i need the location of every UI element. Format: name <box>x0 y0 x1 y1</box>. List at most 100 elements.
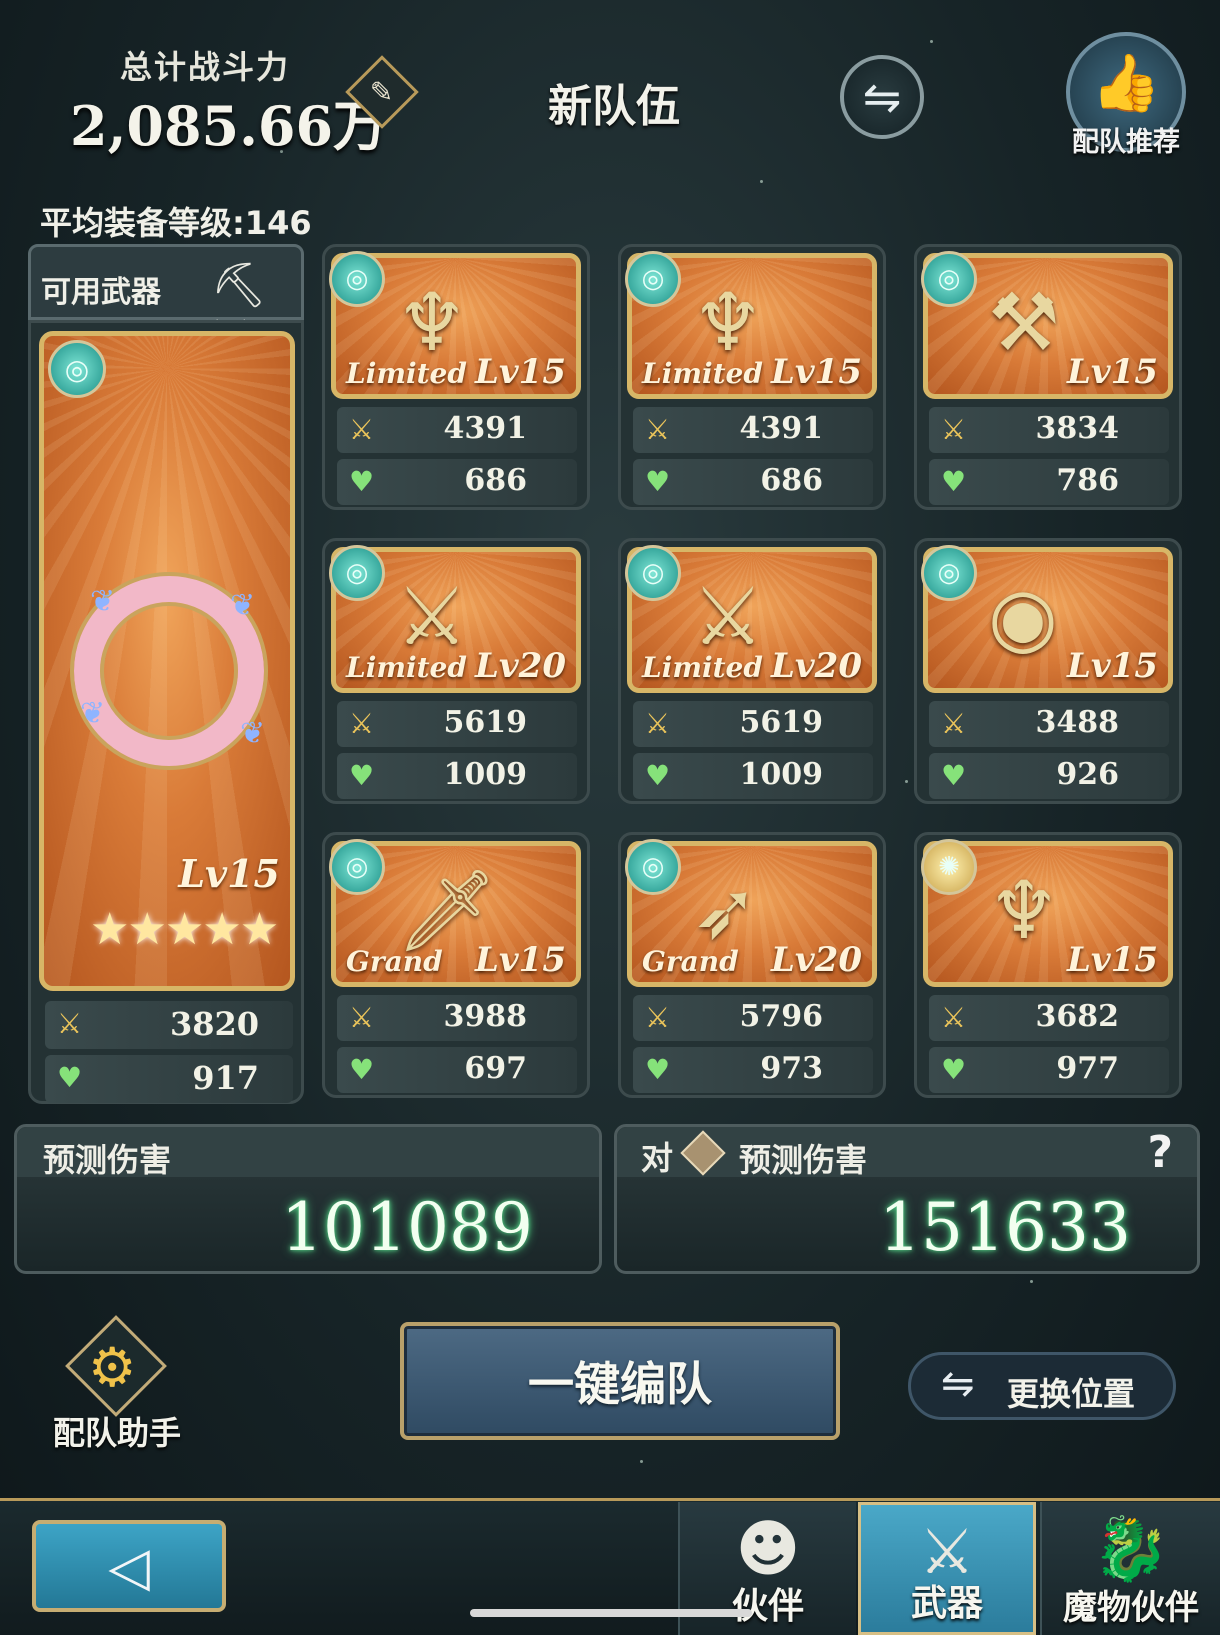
wind-element-icon: ◎ <box>921 545 977 601</box>
wind-element-icon: ◎ <box>921 251 977 307</box>
weapon-card[interactable]: ♆ Limited Lv15 ◎ ⚔ 4391 ♥ 686 <box>618 244 886 510</box>
attack-stat: ⚔ 3988 <box>337 995 577 1041</box>
attack-icon: ⚔ <box>645 707 671 740</box>
swap-arrows-icon: ⇋ <box>862 70 902 124</box>
hp-stat: ♥ 786 <box>929 459 1169 505</box>
tab-weapons[interactable]: ⚔ 武器 <box>858 1502 1036 1635</box>
auto-form-team-button[interactable]: 一键编队 <box>400 1322 840 1440</box>
attack-icon: ⚔ <box>57 1007 83 1040</box>
weapon-card[interactable]: ♆ Limited Lv15 ◎ ⚔ 4391 ♥ 686 <box>322 244 590 510</box>
tab-monster-partners-label: 魔物伙伴 <box>1063 1588 1199 1628</box>
swap-position-label: 更换位置 <box>1007 1375 1136 1413</box>
wind-element-icon: ◎ <box>329 545 385 601</box>
weapon-card[interactable]: ⚔ Limited Lv20 ◎ ⚔ 5619 ♥ 1009 <box>618 538 886 804</box>
weapon-card[interactable]: ⚔ Limited Lv20 ◎ ⚔ 5619 ♥ 1009 <box>322 538 590 804</box>
butterfly-icon: ❦ <box>230 588 256 623</box>
usable-weapons-filter[interactable]: 可用武器 ⛏⚔ <box>28 244 304 362</box>
predicted-damage-value: 101089 <box>281 1189 533 1266</box>
weapon-card[interactable]: 🗡 Grand Lv15 ◎ ⚔ 3988 ♥ 697 <box>322 832 590 1098</box>
wind-element-icon: ◎ <box>625 839 681 895</box>
feather-icon: ✎ <box>370 75 394 109</box>
swap-arrows-icon: ⇋ <box>941 1361 975 1407</box>
tab-weapons-label: 武器 <box>910 1583 983 1624</box>
back-button[interactable]: ◁ <box>32 1520 226 1612</box>
hp-stat: ♥ 1009 <box>337 753 577 799</box>
main-weapon-art: ❦ ❦ ❦ ❦ ◎ Lv15 ★★★★★ <box>39 331 295 991</box>
tab-monster-partners[interactable]: 🐉 魔物伙伴 <box>1040 1502 1220 1635</box>
attack-value: 4391 <box>739 411 824 446</box>
attack-value: 3820 <box>169 1005 259 1043</box>
butterfly-icon: ❦ <box>90 584 116 619</box>
lyre-icon: ♆ <box>396 276 468 369</box>
attack-value: 3834 <box>1035 411 1120 446</box>
attack-stat: ⚔ 3834 <box>929 407 1169 453</box>
hp-value: 926 <box>1056 757 1119 792</box>
hp-value: 686 <box>464 463 527 498</box>
dragon-icon: 🐉 <box>1092 1512 1170 1585</box>
drum-icon: ◉ <box>988 570 1058 663</box>
weapon-level: Lv15 <box>475 940 566 980</box>
hp-stat: ♥ 926 <box>929 753 1169 799</box>
attack-value: 3988 <box>443 999 528 1034</box>
wind-element-icon: ◎ <box>329 251 385 307</box>
attack-icon: ⚔ <box>645 413 671 446</box>
average-equipment-level: 平均装备等级:146 <box>40 204 312 242</box>
weapon-card[interactable]: ➶ Grand Lv20 ◎ ⚔ 5796 ♥ 973 <box>618 832 886 1098</box>
weapon-tag: Grand <box>642 945 739 978</box>
recommend-team-label[interactable]: 配队推荐 <box>1066 120 1186 159</box>
attack-stat: ⚔ 4391 <box>633 407 873 453</box>
tab-partners-label: 伙伴 <box>731 1586 804 1627</box>
help-button[interactable]: ? <box>1147 1127 1173 1178</box>
hp-heart-icon: ♥ <box>941 465 967 498</box>
rapier-icon: ⚔ <box>396 570 468 663</box>
attack-stat: ⚔ 5619 <box>337 701 577 747</box>
team-name[interactable]: 新队伍 <box>548 70 680 134</box>
weapon-level: Lv15 <box>1067 352 1158 392</box>
hp-value: 973 <box>760 1051 823 1086</box>
versus-damage-panel: 对 预测伤害 ? 151633 <box>614 1124 1200 1274</box>
hp-stat: ♥ 686 <box>633 459 873 505</box>
hp-stat: ♥ 973 <box>633 1047 873 1093</box>
attack-value: 4391 <box>443 411 528 446</box>
hp-heart-icon: ♥ <box>349 1053 375 1086</box>
main-weapon-stars: ★★★★★ <box>90 904 279 955</box>
attack-icon: ⚔ <box>349 707 375 740</box>
attack-stat: ⚔ 5796 <box>633 995 873 1041</box>
attack-stat: ⚔ 3682 <box>929 995 1169 1041</box>
back-arrow-icon: ◁ <box>108 1534 150 1598</box>
hp-heart-icon: ♥ <box>349 759 375 792</box>
rapier-icon: ⚔ <box>692 570 764 663</box>
weapon-level: Lv20 <box>475 646 566 686</box>
weapon-card[interactable]: ◉ Lv15 ◎ ⚔ 3488 ♥ 926 <box>914 538 1182 804</box>
attack-value: 5619 <box>739 705 824 740</box>
hp-value: 1009 <box>443 757 528 792</box>
weapon-card[interactable]: ⚒ Lv15 ◎ ⚔ 3834 ♥ 786 <box>914 244 1182 510</box>
attack-value: 3682 <box>1035 999 1120 1034</box>
wind-element-icon: ◎ <box>625 545 681 601</box>
attack-value: 3488 <box>1035 705 1120 740</box>
weapon-card[interactable]: ♆ Lv15 ✺ ⚔ 3682 ♥ 977 <box>914 832 1182 1098</box>
attack-value: 5619 <box>443 705 528 740</box>
hp-heart-icon: ♥ <box>941 1053 967 1086</box>
character-icon: ☻ <box>735 1512 801 1585</box>
thumbs-up-icon: 👍 <box>1091 51 1161 116</box>
weapon-level: Lv15 <box>771 352 862 392</box>
versus-damage-value: 151633 <box>879 1189 1131 1266</box>
attack-icon: ⚔ <box>349 413 375 446</box>
attack-stat: ⚔ 5619 <box>633 701 873 747</box>
butterfly-icon: ❦ <box>80 696 106 731</box>
hp-stat: ♥ 697 <box>337 1047 577 1093</box>
swap-position-button[interactable]: ⇋ 更换位置 <box>908 1352 1176 1420</box>
switch-team-button[interactable]: ⇋ <box>840 55 924 139</box>
team-assistant-button[interactable]: ⚙ 配队助手 <box>52 1315 181 1462</box>
weapon-level: Lv20 <box>771 940 862 980</box>
attack-stat: ⚔ 3820 <box>45 1001 293 1049</box>
attack-icon: ⚔ <box>349 1001 375 1034</box>
hp-stat: ♥ 977 <box>929 1047 1169 1093</box>
total-power-value: 2,085.66万 <box>70 94 388 158</box>
lyre-icon: ♆ <box>692 276 764 369</box>
main-weapon-card[interactable]: ❦ ❦ ❦ ❦ ◎ Lv15 ★★★★★ ⚔ 3820 ♥ 917 <box>28 320 304 1104</box>
attack-icon: ⚔ <box>941 1001 967 1034</box>
weapon-level: Lv20 <box>771 646 862 686</box>
weapon-level: Lv15 <box>475 352 566 392</box>
